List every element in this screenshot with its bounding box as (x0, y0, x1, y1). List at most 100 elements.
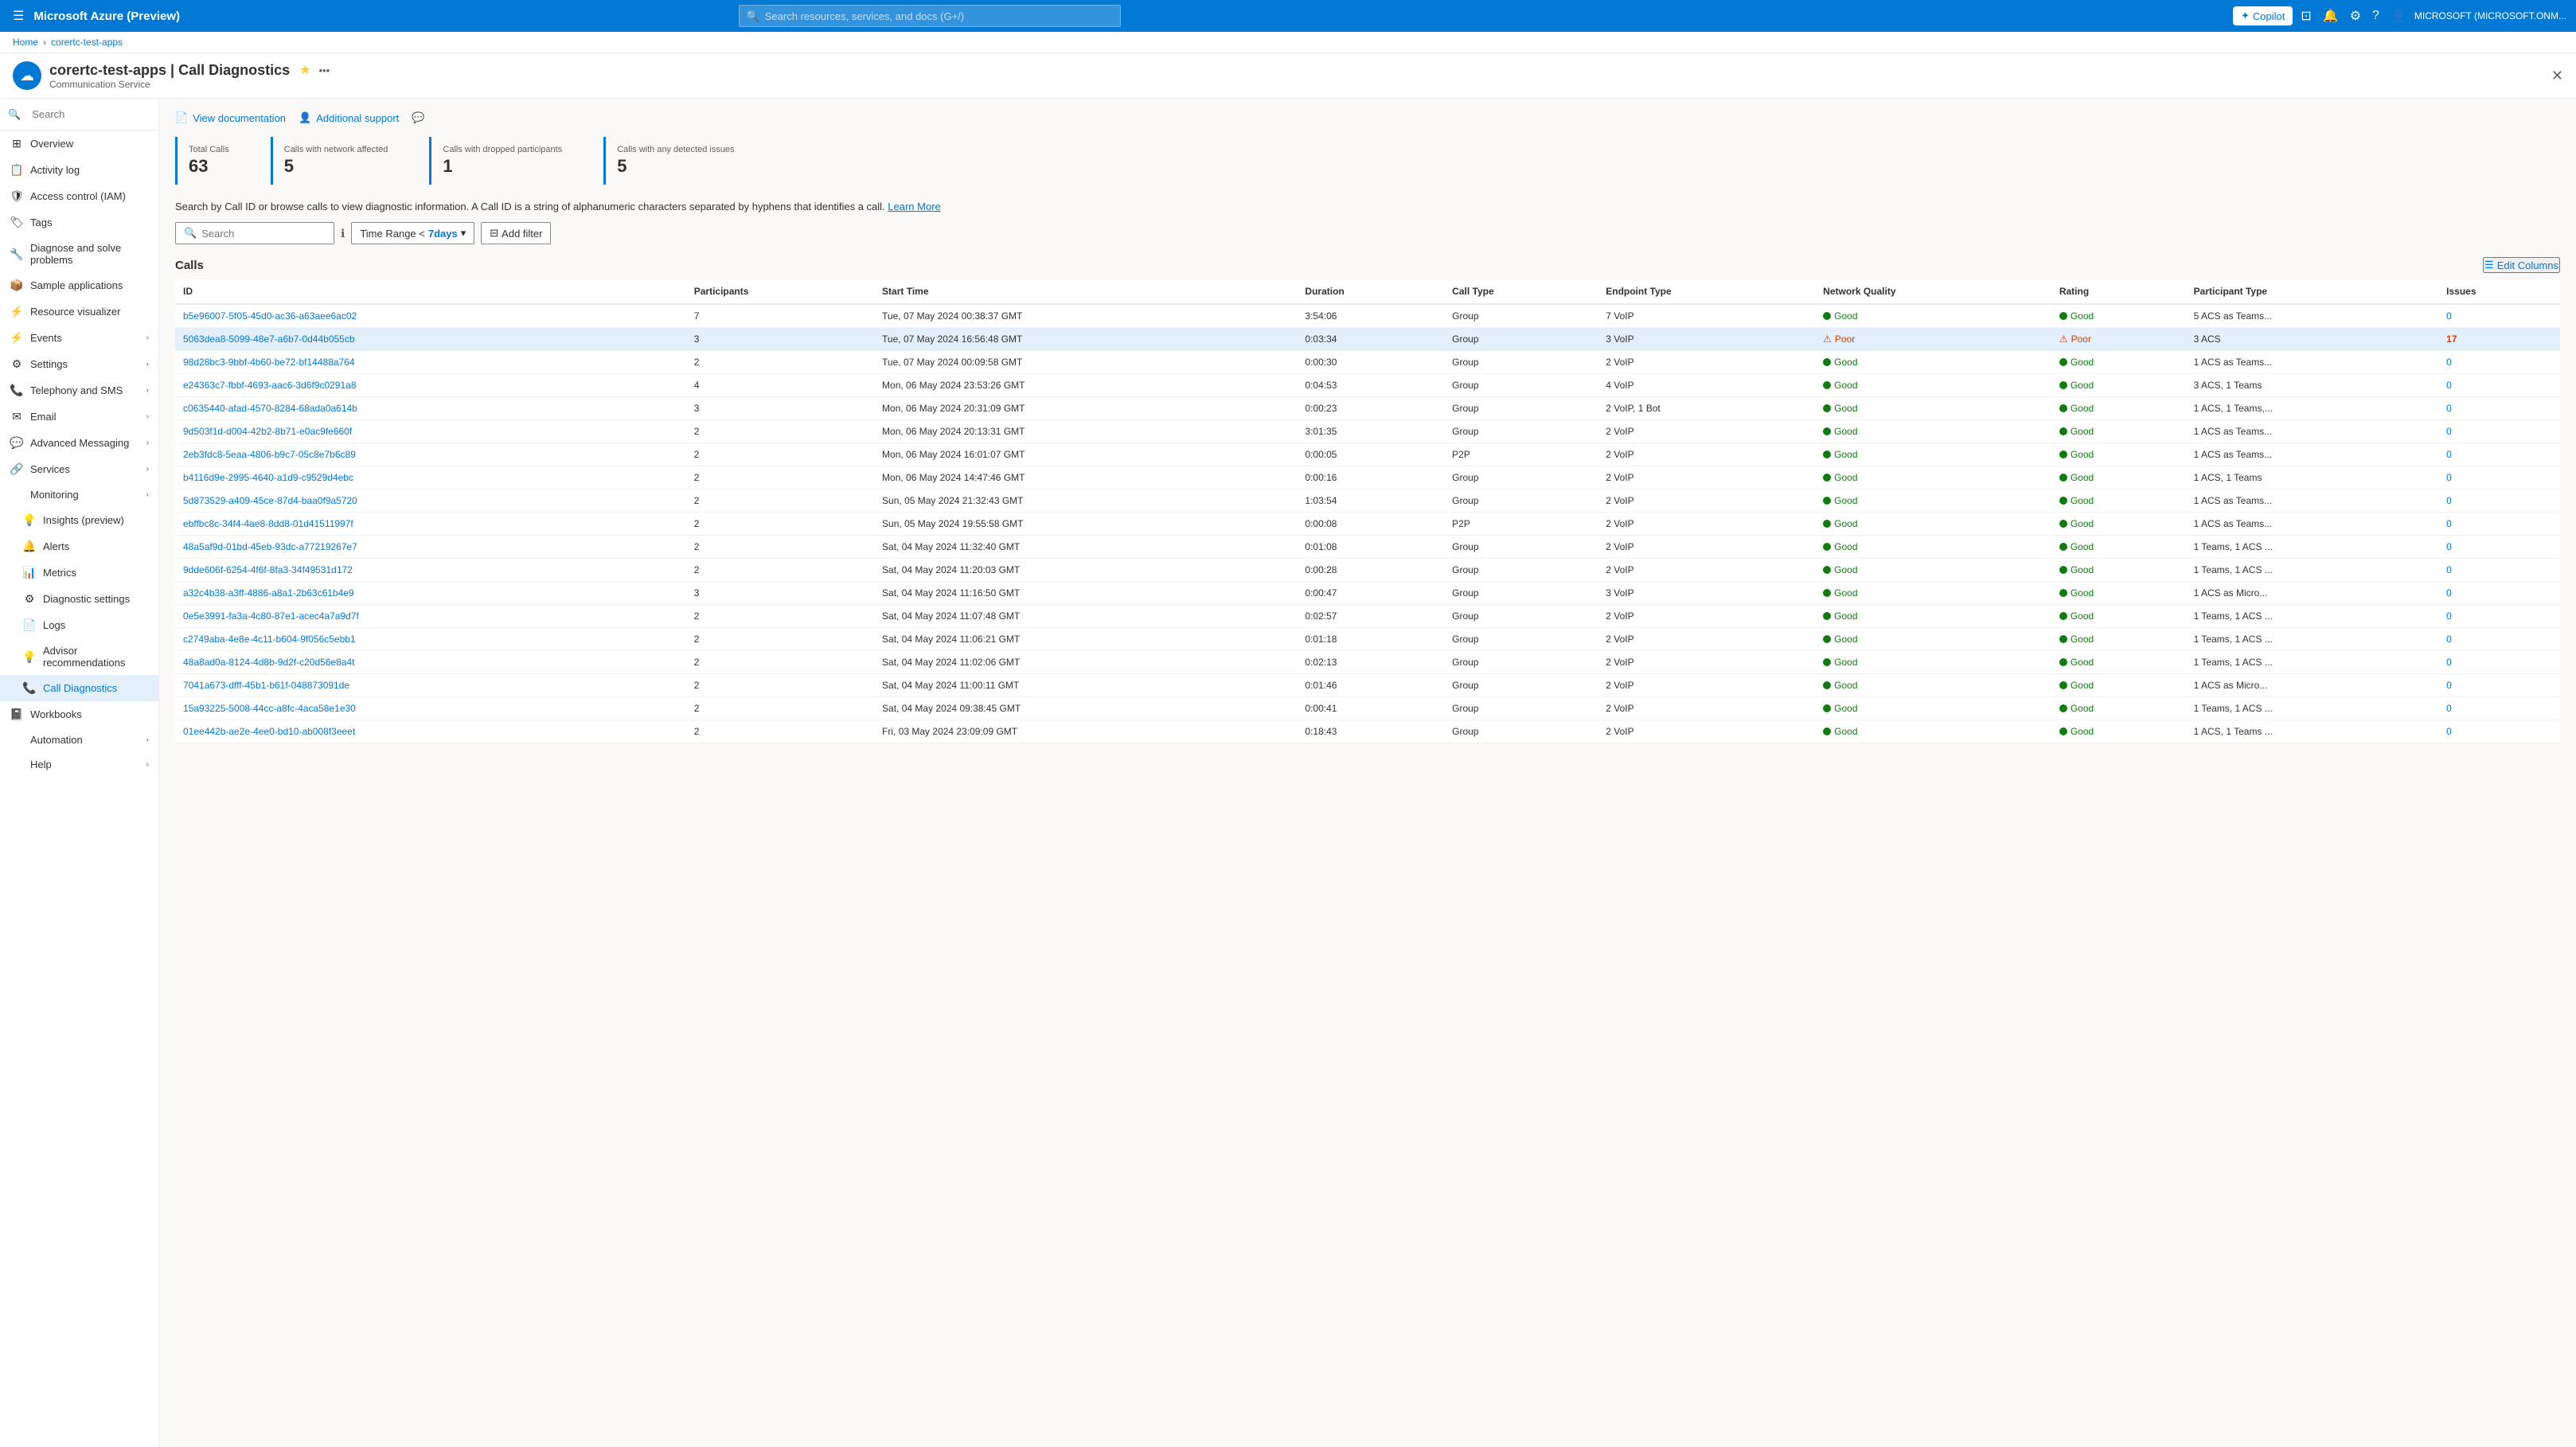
sidebar-item-telephony[interactable]: 📞Telephony and SMS› (0, 377, 158, 404)
cell-id[interactable]: 9d503f1d-d004-42b2-8b71-e0ac9fe660f (175, 420, 686, 443)
sidebar-search-input[interactable] (25, 105, 150, 123)
sidebar-item-activity-log[interactable]: 📋Activity log (0, 157, 158, 183)
cell-id[interactable]: a32c4b38-a3ff-4886-a8a1-2b63c61b4e9 (175, 582, 686, 605)
call-id-link[interactable]: a32c4b38-a3ff-4886-a8a1-2b63c61b4e9 (183, 587, 354, 599)
table-row[interactable]: 7041a673-dfff-45b1-b61f-048873091de 2 Sa… (175, 674, 2560, 697)
add-filter-button[interactable]: ⊟ Add filter (481, 222, 551, 244)
sidebar-item-advisor-rec[interactable]: 💡Advisor recommendations (0, 638, 158, 675)
call-id-link[interactable]: 5d873529-a409-45ce-87d4-baa0f9a5720 (183, 495, 357, 506)
call-id-link[interactable]: 48a5af9d-01bd-45eb-93dc-a77219267e7 (183, 541, 357, 552)
cell-id[interactable]: 48a5af9d-01bd-45eb-93dc-a77219267e7 (175, 536, 686, 559)
col-network-quality[interactable]: Network Quality (1815, 279, 2051, 304)
cell-id[interactable]: 2eb3fdc8-5eaa-4806-b9c7-05c8e7b6c89 (175, 443, 686, 466)
col-rating[interactable]: Rating (2051, 279, 2186, 304)
table-row[interactable]: 0e5e3991-fa3a-4c80-87e1-acec4a7a9d7f 2 S… (175, 605, 2560, 628)
call-search-box[interactable]: 🔍 (175, 222, 334, 244)
cell-id[interactable]: 5d873529-a409-45ce-87d4-baa0f9a5720 (175, 489, 686, 513)
cell-id[interactable]: 9dde606f-6254-4f6f-8fa3-34f49531d172 (175, 559, 686, 582)
sidebar-item-diagnose[interactable]: 🔧Diagnose and solve problems (0, 236, 158, 272)
sidebar-item-call-diag[interactable]: 📞Call Diagnostics (0, 675, 158, 701)
edit-columns-button[interactable]: ☰ Edit Columns (2483, 257, 2560, 273)
cell-id[interactable]: 01ee442b-ae2e-4ee0-bd10-ab008f3eeet (175, 720, 686, 743)
sidebar-item-resource-visualizer[interactable]: ⚡Resource visualizer (0, 298, 158, 325)
call-id-link[interactable]: 2eb3fdc8-5eaa-4806-b9c7-05c8e7b6c89 (183, 449, 356, 460)
call-id-link[interactable]: 01ee442b-ae2e-4ee0-bd10-ab008f3eeet (183, 726, 355, 737)
call-id-link[interactable]: c0635440-afad-4570-8284-68ada0a614b (183, 403, 357, 414)
info-icon[interactable]: ℹ (341, 227, 345, 240)
sidebar-item-automation[interactable]: Automation› (0, 727, 158, 752)
col-participants[interactable]: Participants (686, 279, 874, 304)
table-row[interactable]: 48a8ad0a-8124-4d8b-9d2f-c20d56e8a4t 2 Sa… (175, 651, 2560, 674)
global-search-bar[interactable]: 🔍 (739, 5, 1121, 27)
sidebar-item-sample-apps[interactable]: 📦Sample applications (0, 272, 158, 298)
call-id-link[interactable]: ebffbc8c-34f4-4ae8-8dd8-01d41511997f (183, 518, 353, 529)
additional-support-button[interactable]: 👤 Additional support (299, 111, 399, 124)
table-row[interactable]: 9d503f1d-d004-42b2-8b71-e0ac9fe660f 2 Mo… (175, 420, 2560, 443)
global-search-input[interactable] (765, 10, 1114, 22)
close-icon[interactable]: ✕ (2551, 68, 2563, 84)
col-endpoint-type[interactable]: Endpoint Type (1598, 279, 1815, 304)
table-row[interactable]: a32c4b38-a3ff-4886-a8a1-2b63c61b4e9 3 Sa… (175, 582, 2560, 605)
cell-id[interactable]: b5e96007-5f05-45d0-ac36-a63aee6ac02 (175, 304, 686, 328)
call-id-link[interactable]: b4116d9e-2995-4640-a1d9-c9529d4ebc (183, 472, 353, 483)
table-row[interactable]: 5063dea8-5099-48e7-a6b7-0d44b055cb 3 Tue… (175, 328, 2560, 351)
settings-icon[interactable]: ⚙ (2347, 5, 2364, 27)
call-id-link[interactable]: e24363c7-fbbf-4693-aac6-3d6f9c0291a8 (183, 380, 357, 391)
help-icon[interactable]: ? (2369, 6, 2383, 26)
cell-id[interactable]: 5063dea8-5099-48e7-a6b7-0d44b055cb (175, 328, 686, 351)
sidebar-search-bar[interactable]: 🔍 (0, 99, 158, 131)
resource-star-icon[interactable]: ★ (299, 62, 310, 78)
learn-more-link[interactable]: Learn More (888, 201, 940, 213)
breadcrumb-home[interactable]: Home (13, 37, 38, 48)
call-id-link[interactable]: 98d28bc3-9bbf-4b60-be72-bf14488a764 (183, 357, 355, 368)
sidebar-item-monitoring[interactable]: Monitoring› (0, 482, 158, 507)
table-row[interactable]: e24363c7-fbbf-4693-aac6-3d6f9c0291a8 4 M… (175, 374, 2560, 397)
col-issues[interactable]: Issues (2438, 279, 2560, 304)
sidebar-item-metrics[interactable]: 📊Metrics (0, 560, 158, 586)
sidebar-item-insights[interactable]: 💡Insights (preview) (0, 507, 158, 533)
time-range-button[interactable]: Time Range < 7days ▾ (351, 222, 474, 244)
feedback-button[interactable]: 💬 (412, 111, 424, 124)
col-call-type[interactable]: Call Type (1444, 279, 1598, 304)
cell-id[interactable]: e24363c7-fbbf-4693-aac6-3d6f9c0291a8 (175, 374, 686, 397)
sidebar-item-email[interactable]: ✉Email› (0, 404, 158, 430)
cell-id[interactable]: c0635440-afad-4570-8284-68ada0a614b (175, 397, 686, 420)
sidebar-item-help[interactable]: Help› (0, 752, 158, 777)
table-row[interactable]: 98d28bc3-9bbf-4b60-be72-bf14488a764 2 Tu… (175, 351, 2560, 374)
cell-id[interactable]: 0e5e3991-fa3a-4c80-87e1-acec4a7a9d7f (175, 605, 686, 628)
sidebar-item-workbooks[interactable]: 📓Workbooks (0, 701, 158, 727)
table-row[interactable]: 2eb3fdc8-5eaa-4806-b9c7-05c8e7b6c89 2 Mo… (175, 443, 2560, 466)
sidebar-item-overview[interactable]: ⊞Overview (0, 131, 158, 157)
view-doc-button[interactable]: 📄 View documentation (175, 111, 286, 124)
cell-id[interactable]: 48a8ad0a-8124-4d8b-9d2f-c20d56e8a4t (175, 651, 686, 674)
table-row[interactable]: b4116d9e-2995-4640-a1d9-c9529d4ebc 2 Mon… (175, 466, 2560, 489)
sidebar-item-tags[interactable]: 🏷Tags (0, 209, 158, 236)
screen-icon[interactable]: ⊡ (2297, 5, 2314, 27)
sidebar-item-access-control[interactable]: 🛡Access control (IAM) (0, 183, 158, 209)
call-id-link[interactable]: 7041a673-dfff-45b1-b61f-048873091de (183, 680, 349, 691)
copilot-button[interactable]: ✦ Copilot (2233, 6, 2293, 25)
table-row[interactable]: c2749aba-4e8e-4c11-b604-9f056c5ebb1 2 Sa… (175, 628, 2560, 651)
col-id[interactable]: ID (175, 279, 686, 304)
cell-id[interactable]: 7041a673-dfff-45b1-b61f-048873091de (175, 674, 686, 697)
table-row[interactable]: c0635440-afad-4570-8284-68ada0a614b 3 Mo… (175, 397, 2560, 420)
table-row[interactable]: 48a5af9d-01bd-45eb-93dc-a77219267e7 2 Sa… (175, 536, 2560, 559)
sidebar-item-events[interactable]: ⚡Events› (0, 325, 158, 351)
table-row[interactable]: 15a93225-5008-44cc-a8fc-4aca58e1e30 2 Sa… (175, 697, 2560, 720)
resource-more-icon[interactable]: ••• (318, 64, 330, 76)
call-id-link[interactable]: 9dde606f-6254-4f6f-8fa3-34f49531d172 (183, 564, 353, 575)
cell-id[interactable]: b4116d9e-2995-4640-a1d9-c9529d4ebc (175, 466, 686, 489)
table-row[interactable]: 5d873529-a409-45ce-87d4-baa0f9a5720 2 Su… (175, 489, 2560, 513)
table-row[interactable]: b5e96007-5f05-45d0-ac36-a63aee6ac02 7 Tu… (175, 304, 2560, 328)
call-id-link[interactable]: 15a93225-5008-44cc-a8fc-4aca58e1e30 (183, 703, 356, 714)
call-id-link[interactable]: 9d503f1d-d004-42b2-8b71-e0ac9fe660f (183, 426, 352, 437)
call-search-input[interactable] (201, 228, 326, 240)
col-duration[interactable]: Duration (1297, 279, 1444, 304)
sidebar-item-diag-settings[interactable]: ⚙Diagnostic settings (0, 586, 158, 612)
user-icon[interactable]: 👤 (2387, 5, 2410, 27)
call-id-link[interactable]: 5063dea8-5099-48e7-a6b7-0d44b055cb (183, 333, 355, 345)
sidebar-item-logs[interactable]: 📄Logs (0, 612, 158, 638)
sidebar-item-settings[interactable]: ⚙Settings› (0, 351, 158, 377)
sidebar-item-alerts[interactable]: 🔔Alerts (0, 533, 158, 560)
cell-id[interactable]: 15a93225-5008-44cc-a8fc-4aca58e1e30 (175, 697, 686, 720)
